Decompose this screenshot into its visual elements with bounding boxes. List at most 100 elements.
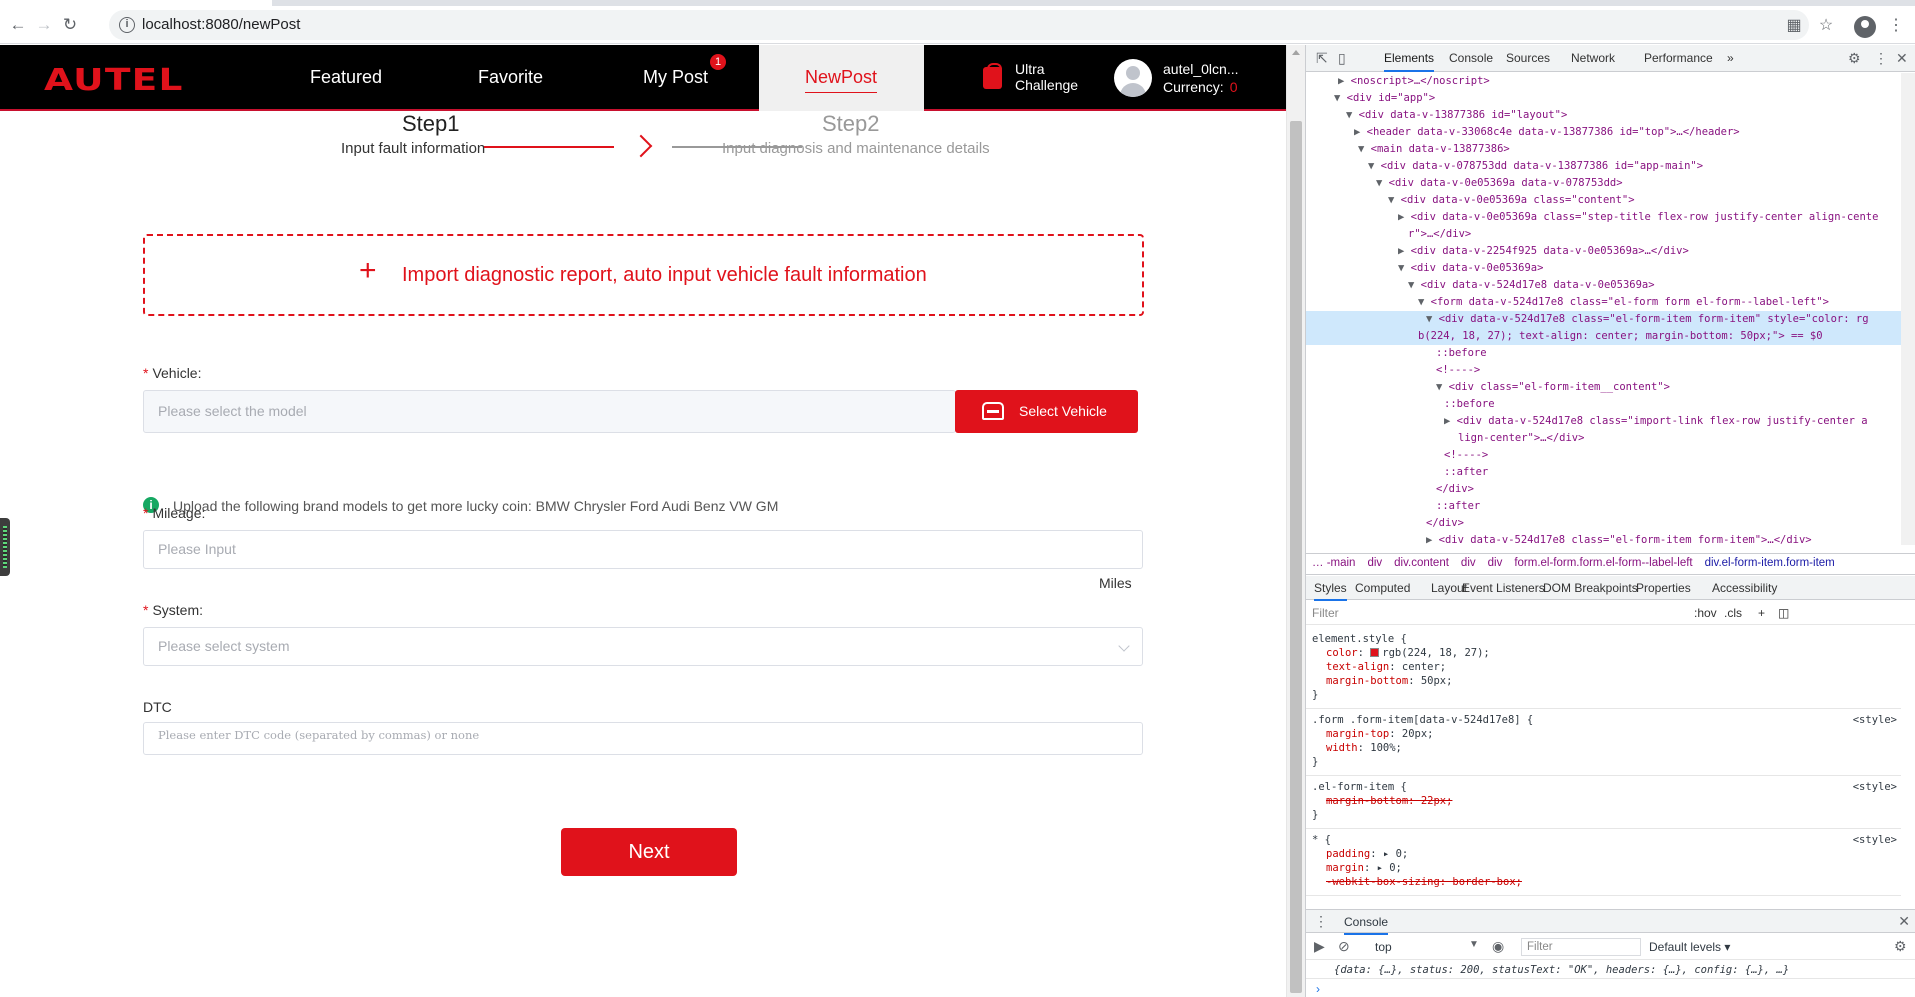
- breadcrumb-item[interactable]: div.content: [1394, 557, 1449, 569]
- rule-source[interactable]: <style>: [1853, 713, 1897, 727]
- rule-source[interactable]: <style>: [1853, 780, 1897, 794]
- tab-dom-breakpoints[interactable]: DOM Breakpoints: [1543, 581, 1638, 595]
- expand-arrow-icon[interactable]: ▶: [1426, 534, 1439, 545]
- console-output[interactable]: {data: {…}, status: 200, statusText: "OK…: [1306, 961, 1915, 979]
- nav-my-post[interactable]: My Post: [643, 67, 708, 88]
- expand-arrow-icon[interactable]: ▶: [1398, 211, 1411, 223]
- tab-event-listeners[interactable]: Event Listeners: [1462, 581, 1545, 595]
- breadcrumb-item[interactable]: div: [1367, 557, 1382, 569]
- expand-arrow-icon[interactable]: ▼: [1334, 92, 1347, 104]
- dom-node[interactable]: ::before: [1306, 396, 1901, 413]
- expand-arrow-icon[interactable]: ▶: [1398, 245, 1411, 257]
- dom-node[interactable]: </div>: [1306, 515, 1901, 532]
- dom-node[interactable]: ▶ <div data-v-0e05369a class="step-title…: [1306, 209, 1901, 226]
- prop-width-value[interactable]: 100%;: [1370, 742, 1402, 754]
- prop-padding-value[interactable]: 0;: [1396, 848, 1409, 860]
- back-icon[interactable]: ←: [8, 15, 28, 35]
- expand-arrow-icon[interactable]: ▼: [1368, 160, 1381, 172]
- translate-icon[interactable]: ▦: [1783, 15, 1805, 37]
- dom-node[interactable]: ▶ <div data-v-2254f925 data-v-0e05369a>……: [1306, 243, 1901, 260]
- vehicle-input[interactable]: Please select the model: [143, 390, 956, 433]
- color-swatch[interactable]: [1370, 648, 1380, 657]
- prop-text-align-value[interactable]: center;: [1402, 661, 1446, 673]
- side-widget[interactable]: [0, 518, 10, 576]
- dom-node[interactable]: b(224, 18, 27); text-align: center; marg…: [1306, 328, 1901, 345]
- import-report-box[interactable]: + Import diagnostic report, auto input v…: [143, 234, 1144, 316]
- breadcrumb[interactable]: … -main div div.content div div form.el-form.…: [1306, 553, 1915, 575]
- drawer-tab-console[interactable]: Console: [1344, 915, 1389, 935]
- site-info-icon[interactable]: i: [119, 17, 135, 33]
- address-url[interactable]: localhost:8080/newPost: [142, 16, 300, 33]
- nav-newpost[interactable]: NewPost: [759, 45, 924, 111]
- dom-node[interactable]: ▼ <main data-v-13877386>: [1306, 141, 1901, 158]
- dom-node[interactable]: ▼ <div class="el-form-item__content">: [1306, 379, 1901, 396]
- dom-node[interactable]: <!---->: [1306, 447, 1901, 464]
- toggle-sidebar-icon[interactable]: ◫: [1778, 606, 1789, 620]
- expand-arrow-icon[interactable]: ▶: [1444, 415, 1457, 427]
- dtc-textarea[interactable]: Please enter DTC code (separated by comm…: [143, 722, 1143, 755]
- breadcrumb-item[interactable]: form.el-form.form.el-form--label-left: [1514, 557, 1692, 569]
- dom-scrollbar[interactable]: [1901, 73, 1915, 545]
- dom-node[interactable]: ▼ <div data-v-524d17e8 class="el-form-it…: [1306, 311, 1901, 328]
- user-name[interactable]: autel_0lcn...: [1163, 61, 1239, 77]
- select-vehicle-button[interactable]: Select Vehicle: [955, 390, 1138, 433]
- prop-margin-bottom[interactable]: margin-bottom: 50px;: [1312, 674, 1895, 688]
- dom-node[interactable]: ▼ <div data-v-0e05369a>: [1306, 260, 1901, 277]
- tab-network[interactable]: Network: [1571, 51, 1615, 65]
- prop-padding[interactable]: padding: ▸ 0;: [1312, 847, 1895, 861]
- system-select[interactable]: Please select system: [143, 627, 1143, 666]
- log-levels-select[interactable]: Default levels ▾: [1649, 940, 1730, 954]
- nav-featured[interactable]: Featured: [310, 67, 382, 88]
- prop-margin-top-value[interactable]: 20px;: [1402, 728, 1434, 740]
- context-select[interactable]: top: [1375, 940, 1392, 954]
- tab-properties[interactable]: Properties: [1636, 581, 1691, 595]
- dom-node[interactable]: ▼ <div data-v-0e05369a class="content">: [1306, 192, 1901, 209]
- ultra-challenge-link[interactable]: Ultra Challenge: [1015, 61, 1078, 93]
- dom-node[interactable]: </div>: [1306, 481, 1901, 498]
- tab-accessibility[interactable]: Accessibility: [1712, 581, 1777, 595]
- expand-arrow-icon[interactable]: ▼: [1358, 143, 1371, 155]
- tab-sources[interactable]: Sources: [1506, 51, 1550, 65]
- dom-node[interactable]: ▼ <div data-v-078753dd data-v-13877386 i…: [1306, 158, 1901, 175]
- console-settings-icon[interactable]: ⚙: [1894, 938, 1907, 955]
- user-avatar[interactable]: [1114, 59, 1152, 97]
- dom-tree[interactable]: ▶ <noscript>…</noscript> ▼ <div id="app">…: [1306, 73, 1901, 545]
- console-filter-input[interactable]: Filter: [1521, 938, 1641, 956]
- prop-overridden[interactable]: margin-bottom: 22px;: [1312, 794, 1895, 808]
- tab-performance[interactable]: Performance: [1644, 51, 1713, 65]
- prop-margin-bottom-value[interactable]: 50px;: [1421, 675, 1453, 687]
- expand-arrow-icon[interactable]: ▼: [1346, 109, 1359, 121]
- context-dropdown-icon[interactable]: ▼: [1469, 939, 1479, 950]
- prop-width[interactable]: width: 100%;: [1312, 741, 1895, 755]
- dom-node[interactable]: r">…</div>: [1306, 226, 1901, 243]
- prop-color-value[interactable]: rgb(224, 18, 27);: [1382, 647, 1489, 659]
- tab-styles[interactable]: Styles: [1314, 581, 1347, 601]
- rule-source[interactable]: <style>: [1853, 833, 1897, 847]
- drawer-menu-icon[interactable]: ⋮: [1314, 913, 1328, 930]
- tab-elements[interactable]: Elements: [1384, 51, 1435, 72]
- expand-arrow-icon[interactable]: ▼: [1398, 262, 1411, 274]
- expand-arrow-icon[interactable]: ▶: [1354, 126, 1367, 138]
- breadcrumb-item[interactable]: div: [1461, 557, 1476, 569]
- gift-icon[interactable]: [983, 63, 1002, 89]
- sidebar-toggle-icon[interactable]: ▶: [1314, 938, 1325, 955]
- dom-node[interactable]: ▼ <div data-v-524d17e8 data-v-0e05369a>: [1306, 277, 1901, 294]
- eye-icon[interactable]: ◉: [1492, 938, 1504, 955]
- forward-icon[interactable]: →: [34, 15, 54, 35]
- page-scrollbar[interactable]: [1286, 45, 1305, 997]
- close-icon[interactable]: ✕: [1896, 50, 1908, 67]
- dom-node[interactable]: ▶ <header data-v-33068c4e data-v-1387738…: [1306, 124, 1901, 141]
- tab-computed[interactable]: Computed: [1355, 581, 1410, 595]
- dom-node[interactable]: lign-center">…</div>: [1306, 430, 1901, 447]
- tab-console[interactable]: Console: [1449, 51, 1493, 65]
- prop-margin[interactable]: margin: ▸ 0;: [1312, 861, 1895, 875]
- dom-node[interactable]: ▼ <form data-v-524d17e8 class="el-form f…: [1306, 294, 1901, 311]
- dom-node[interactable]: ▼ <div data-v-0e05369a data-v-078753dd>: [1306, 175, 1901, 192]
- cls-toggle[interactable]: .cls: [1724, 606, 1742, 620]
- expand-arrow-icon[interactable]: ▼: [1408, 279, 1421, 291]
- kebab-menu-icon[interactable]: ⋮: [1874, 50, 1888, 67]
- close-drawer-icon[interactable]: ✕: [1898, 913, 1910, 930]
- dom-node[interactable]: ▶ <div data-v-524d17e8 class="el-form-it…: [1306, 532, 1901, 545]
- device-toolbar-icon[interactable]: ▯: [1338, 50, 1346, 67]
- dom-node[interactable]: ::before: [1306, 345, 1901, 362]
